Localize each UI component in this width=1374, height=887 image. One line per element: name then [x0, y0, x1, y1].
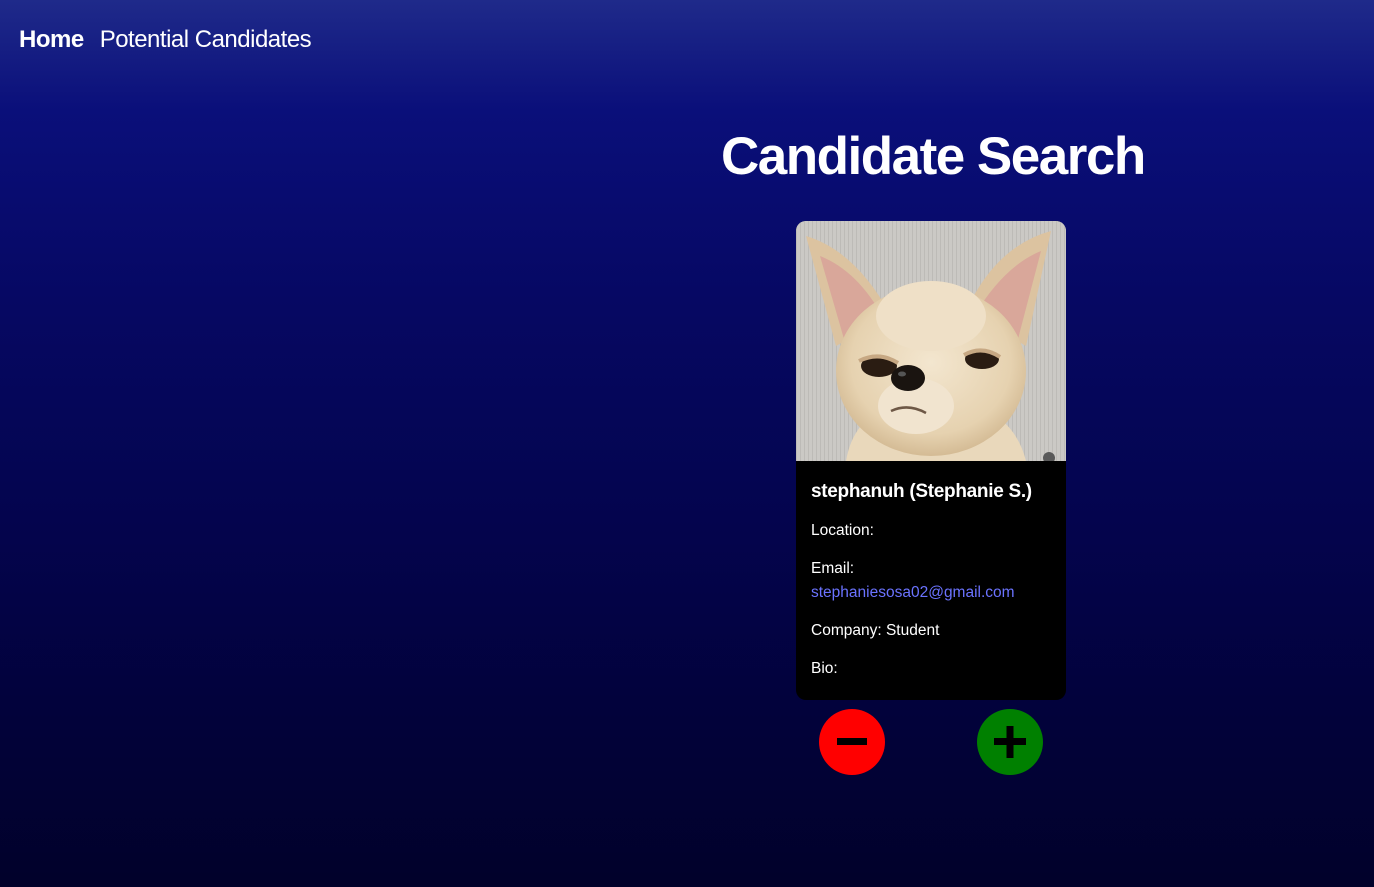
- candidate-location: Location:: [811, 522, 874, 539]
- candidate-card: stephanuh (Stephanie S.) Location: Email…: [796, 221, 1066, 700]
- candidate-avatar: [796, 221, 1066, 461]
- candidate-bio: Bio:: [811, 660, 838, 677]
- minus-icon: [837, 738, 867, 745]
- candidate-company: Company: Student: [811, 622, 940, 639]
- candidate-email-row: Email: stephaniesosa02@gmail.com: [811, 557, 1051, 605]
- top-nav: Home Potential Candidates: [19, 26, 312, 54]
- nav-potential-candidates-link[interactable]: Potential Candidates: [100, 26, 312, 54]
- candidate-email-link[interactable]: stephaniesosa02@gmail.com: [811, 581, 1051, 605]
- accept-candidate-button[interactable]: [977, 709, 1043, 775]
- nav-home-link[interactable]: Home: [19, 26, 84, 54]
- page-title: Candidate Search: [721, 127, 1146, 186]
- reject-candidate-button[interactable]: [819, 709, 885, 775]
- candidate-email-label: Email:: [811, 560, 855, 577]
- plus-icon: [994, 726, 1026, 758]
- candidate-username: stephanuh (Stephanie S.): [811, 481, 1032, 502]
